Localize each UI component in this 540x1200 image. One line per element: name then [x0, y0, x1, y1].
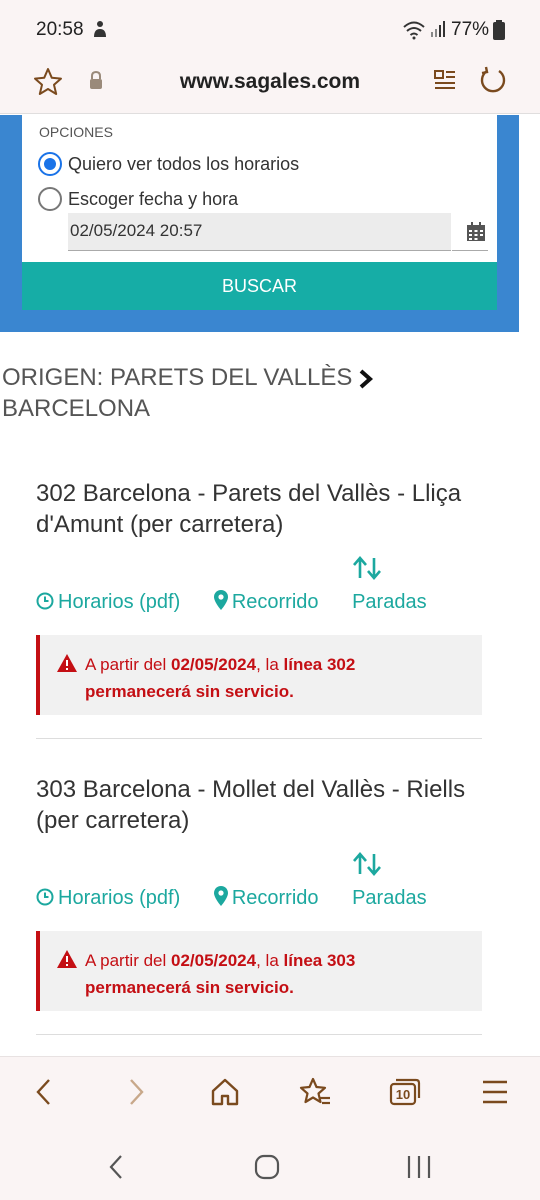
alert-mid: , la — [256, 655, 284, 674]
system-navigation-bar — [0, 1126, 540, 1200]
line-title: 303 Barcelona - Mollet del Vallès - Riel… — [36, 776, 466, 834]
route-map-link[interactable]: Recorrido — [213, 587, 319, 617]
alert-message: A partir del 02/05/2024, la línea 303 per… — [85, 947, 475, 1001]
signal-icon — [431, 21, 445, 37]
alert-line: línea 302 — [283, 655, 356, 674]
date-time-input[interactable]: 02/05/2024 20:57 — [68, 213, 451, 251]
service-alert: A partir del 02/05/2024, la línea 303 per… — [36, 931, 482, 1011]
battery-icon — [493, 20, 505, 40]
route-map-link[interactable]: Recorrido — [213, 883, 319, 913]
route-origin: ORIGEN: PARETS DEL VALLÈS — [2, 364, 353, 391]
alert-line: línea 303 — [283, 951, 356, 970]
option-all-label: Quiero ver todos los horarios — [68, 153, 300, 174]
back-icon[interactable] — [32, 1077, 56, 1107]
stops-label: Paradas — [352, 591, 427, 613]
browser-toolbar: www.sagales.com — [0, 58, 540, 114]
tabs-button[interactable]: 10 — [388, 1076, 422, 1106]
alert-mid: , la — [256, 951, 284, 970]
schedules-label: Horarios (pdf) — [58, 887, 181, 909]
line-item: 302 Barcelona - Parets del Vallès - Lliç… — [36, 478, 482, 715]
wifi-icon — [403, 21, 425, 40]
alert-suffix: permanecerá sin servicio. — [85, 978, 294, 997]
status-time: 20:58 — [36, 19, 84, 40]
route-map-label: Recorrido — [231, 887, 319, 909]
warning-icon — [57, 950, 77, 968]
alert-date: 02/05/2024 — [171, 655, 257, 674]
alert-date: 02/05/2024 — [171, 951, 257, 970]
schedules-link[interactable]: Horarios (pdf) — [36, 587, 180, 617]
search-options-card: OPCIONES Quiero ver todos los horarios E… — [22, 115, 497, 263]
menu-icon[interactable] — [482, 1077, 508, 1107]
reload-icon[interactable] — [478, 66, 508, 96]
system-recents-icon[interactable] — [406, 1154, 432, 1180]
forward-icon[interactable] — [124, 1077, 148, 1107]
stops-label: Paradas — [352, 887, 427, 909]
option-date-label: Escoger fecha y hora — [68, 188, 239, 209]
radio-date-time[interactable] — [38, 187, 62, 211]
line-item: 303 Barcelona - Mollet del Vallès - Riel… — [36, 774, 482, 1011]
radio-all-schedules[interactable] — [38, 152, 62, 176]
option-date-time[interactable]: Escoger fecha y hora — [38, 187, 238, 211]
line-links: Horarios (pdf) Recorrido Paradas — [36, 556, 482, 617]
route-map-label: Recorrido — [231, 591, 319, 613]
option-all-schedules[interactable]: Quiero ver todos los horarios — [38, 152, 299, 176]
line-links: Horarios (pdf) Recorrido Paradas — [36, 852, 482, 913]
divider — [36, 738, 482, 739]
map-pin-icon — [213, 590, 228, 610]
stops-link[interactable]: Paradas — [352, 556, 427, 617]
search-button[interactable]: BUSCAR — [22, 262, 497, 310]
bookmarks-icon[interactable] — [298, 1077, 332, 1107]
clock-icon — [36, 888, 54, 906]
calendar-icon — [467, 222, 485, 241]
home-icon[interactable] — [210, 1077, 240, 1107]
alert-prefix: A partir del — [85, 951, 171, 970]
status-bar: 20:58 77% — [0, 0, 540, 58]
service-alert: A partir del 02/05/2024, la línea 302 per… — [36, 635, 482, 715]
alert-message: A partir del 02/05/2024, la línea 302 per… — [85, 651, 475, 705]
schedules-label: Horarios (pdf) — [58, 591, 181, 613]
alert-suffix: permanecerá sin servicio. — [85, 682, 294, 701]
stops-link[interactable]: Paradas — [352, 852, 427, 913]
calendar-button[interactable] — [452, 213, 488, 251]
swap-arrows-icon — [353, 852, 382, 876]
system-home-icon[interactable] — [254, 1154, 280, 1180]
battery-level: 77% — [451, 19, 490, 40]
reader-mode-icon[interactable] — [432, 67, 458, 93]
warning-icon — [57, 654, 77, 672]
tabs-count: 10 — [395, 1087, 411, 1102]
schedules-link[interactable]: Horarios (pdf) — [36, 883, 180, 913]
system-back-icon[interactable] — [106, 1154, 126, 1180]
route-destination: BARCELONA — [2, 395, 151, 422]
divider — [36, 1034, 482, 1035]
notification-icon — [94, 21, 106, 37]
route-heading: ORIGEN: PARETS DEL VALLÈS BARCELONA — [2, 362, 522, 424]
alert-prefix: A partir del — [85, 655, 171, 674]
map-pin-icon — [213, 886, 228, 906]
browser-bottom-bar: 10 — [0, 1056, 540, 1126]
chevron-right-icon — [360, 369, 374, 389]
url-field[interactable]: www.sagales.com — [0, 70, 540, 94]
line-title: 302 Barcelona - Parets del Vallès - Lliç… — [36, 480, 462, 538]
options-heading: OPCIONES — [39, 124, 113, 140]
swap-arrows-icon — [353, 556, 382, 580]
clock-icon — [36, 592, 54, 610]
